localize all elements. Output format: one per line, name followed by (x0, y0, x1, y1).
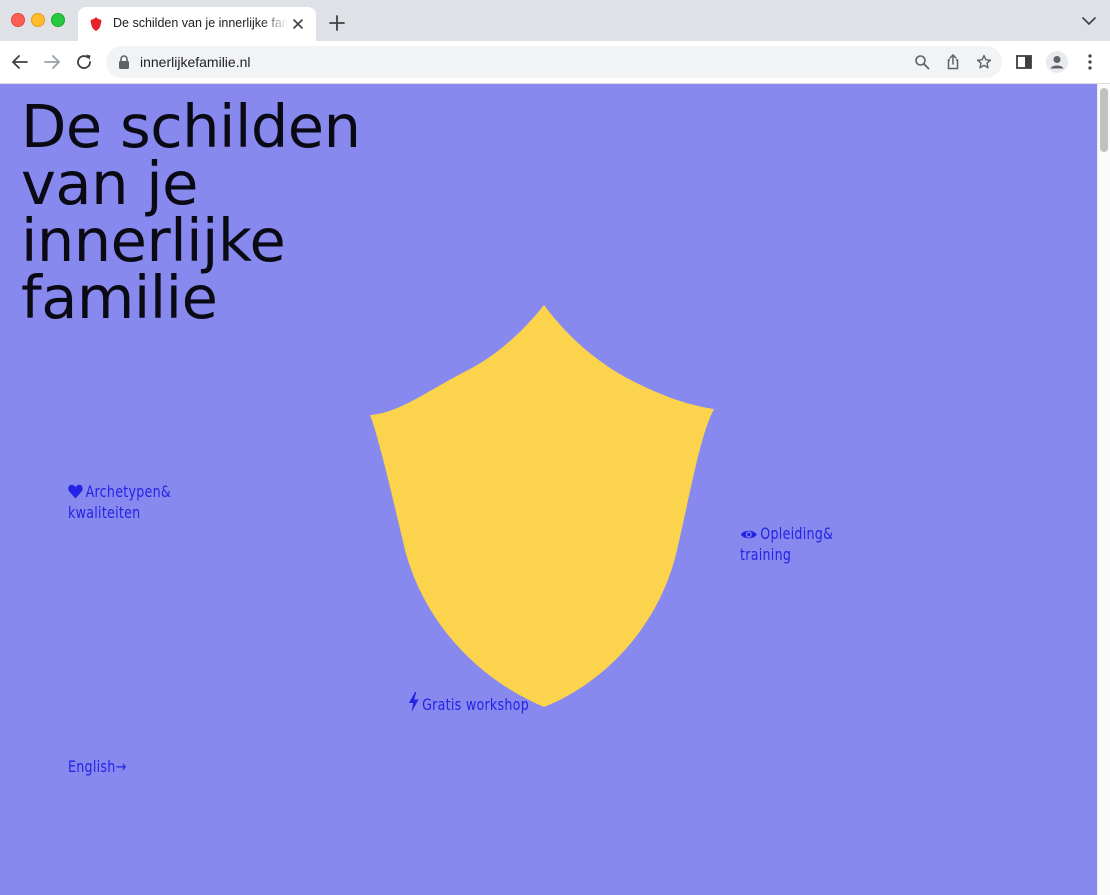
side-panel-icon[interactable] (1014, 52, 1034, 72)
kebab-menu-icon[interactable] (1080, 52, 1100, 72)
english-label: English (68, 757, 116, 776)
shield-shape (370, 305, 714, 707)
opleiding-label-line1: Opleiding& (760, 524, 834, 543)
tab-strip: De schilden van je innerlijke familie (0, 0, 1110, 41)
browser-toolbar: innerlijkefamilie.nl (0, 41, 1110, 84)
reload-icon[interactable] (74, 52, 94, 72)
browser-tab[interactable]: De schilden van je innerlijke familie (78, 7, 316, 41)
shield-favicon-icon (90, 17, 102, 31)
forward-arrow-icon[interactable] (42, 52, 62, 72)
archetypen-link[interactable]: Archetypen& kwaliteiten (68, 481, 209, 523)
page-headline: De schilden van je innerlijke familie (21, 97, 481, 327)
workshop-label: Gratis workshop (422, 695, 529, 714)
window-close-button[interactable] (11, 13, 25, 27)
address-bar[interactable]: innerlijkefamilie.nl (106, 46, 1002, 78)
heart-icon (68, 484, 83, 499)
share-icon[interactable] (945, 54, 961, 70)
close-tab-icon[interactable] (290, 16, 306, 32)
window-minimize-button[interactable] (31, 13, 45, 27)
arrow-right-icon: → (115, 757, 127, 776)
chevron-down-icon[interactable] (1082, 16, 1096, 26)
scrollbar-thumb[interactable] (1100, 88, 1108, 152)
profile-avatar-icon[interactable] (1046, 51, 1068, 73)
bookmark-star-icon[interactable] (976, 54, 992, 70)
opleiding-link[interactable]: Opleiding& training (740, 523, 881, 565)
lock-icon (119, 55, 129, 69)
headline-line: familie (21, 263, 218, 332)
gratis-workshop-link[interactable]: Gratis workshop (408, 692, 529, 715)
new-tab-icon[interactable] (328, 14, 346, 32)
shield-icon (370, 305, 714, 707)
url-text[interactable]: innerlijkefamilie.nl (140, 54, 251, 70)
back-arrow-icon[interactable] (10, 52, 30, 72)
opleiding-label-line2: training (740, 545, 792, 564)
tab-title: De schilden van je innerlijke familie (113, 16, 288, 30)
page-viewport: De schilden van je innerlijke familie Ar… (0, 84, 1097, 895)
english-language-link[interactable]: English→ (68, 756, 126, 777)
eye-icon (740, 530, 757, 539)
window-maximize-button[interactable] (51, 13, 65, 27)
archetypen-label-line2: kwaliteiten (68, 503, 141, 522)
lightning-icon (408, 692, 419, 712)
vertical-scrollbar[interactable] (1097, 84, 1110, 895)
archetypen-label-line1: Archetypen& (85, 482, 172, 501)
search-icon[interactable] (914, 54, 930, 70)
